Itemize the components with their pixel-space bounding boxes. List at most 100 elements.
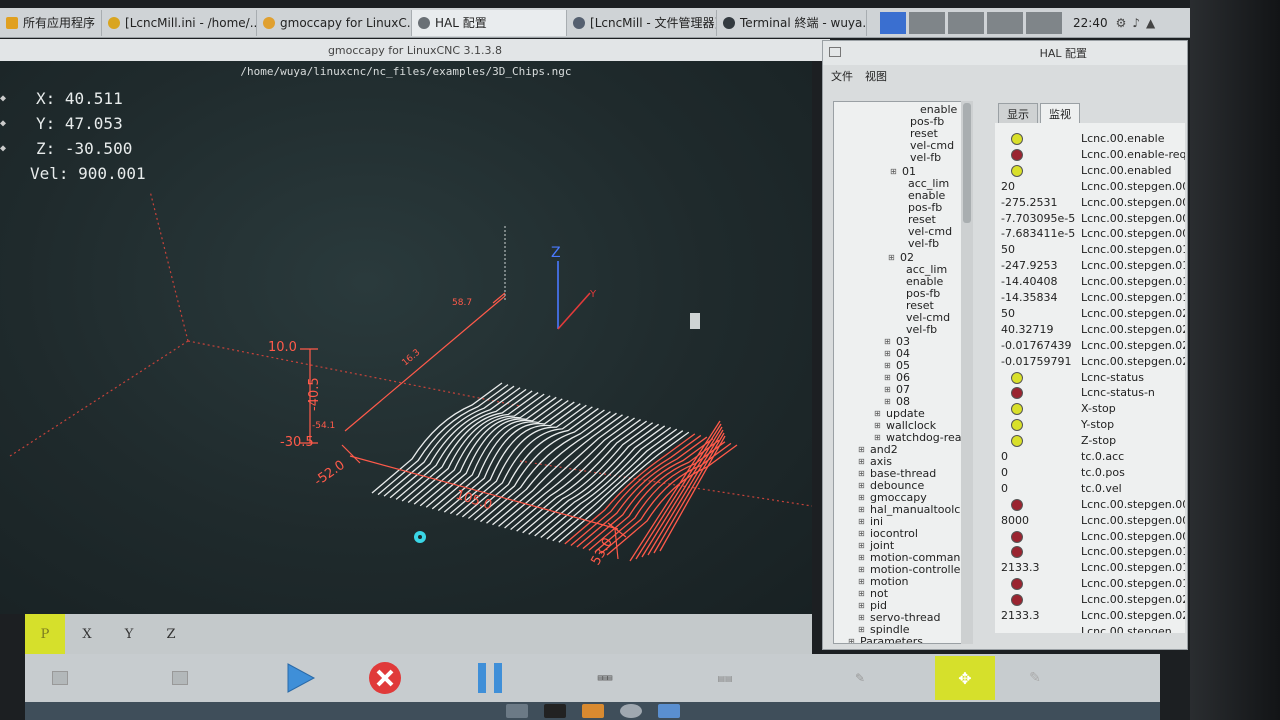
watch-value: -7.683411e-5 bbox=[1001, 227, 1076, 241]
toolpath-preview[interactable]: Z Y 10.0 -40.5 -30.5 -52.0 105.0 53.0 16… bbox=[0, 61, 812, 614]
taskbar-task[interactable]: Terminal 終端 - wuya... bbox=[717, 9, 868, 36]
file-path: /home/wuya/linuxcnc/nc_files/examples/3D… bbox=[240, 65, 572, 78]
screen: 所有应用程序 [LcncMill.ini - /home/... gmoccapy… bbox=[0, 0, 1280, 720]
expander-icon[interactable]: ⊞ bbox=[858, 480, 865, 492]
watch-value: 2133.3 bbox=[1001, 609, 1040, 622]
watch-value: -0.01759791 bbox=[1001, 354, 1072, 368]
watch-value: 0 bbox=[1001, 450, 1008, 463]
dock-app-icon[interactable] bbox=[505, 704, 528, 718]
workspace-4[interactable] bbox=[1026, 12, 1062, 34]
tree-node[interactable]: watchdog-read bbox=[886, 432, 969, 444]
watch-value: 8000 bbox=[1001, 513, 1029, 527]
dro-y-value: Y: 47.053 bbox=[36, 114, 123, 133]
reload-button[interactable] bbox=[95, 656, 265, 700]
expander-icon[interactable]: ⊞ bbox=[858, 576, 865, 588]
view-p-button[interactable]: P bbox=[25, 614, 65, 654]
watch-value: 50 bbox=[1001, 243, 1015, 257]
expander-icon[interactable]: ⊞ bbox=[858, 528, 865, 540]
expander-icon[interactable]: ⊞ bbox=[848, 636, 855, 643]
expander-icon[interactable]: ⊞ bbox=[874, 408, 881, 420]
expander-icon[interactable]: ⊞ bbox=[884, 336, 891, 348]
tree-node[interactable]: hal_manualtoolchan bbox=[870, 504, 970, 516]
origin-marker bbox=[414, 531, 426, 543]
watch-row: Lcnc.00.enable bbox=[995, 131, 1185, 147]
step-button[interactable]: ▤▤▤ bbox=[545, 656, 665, 700]
expander-icon[interactable]: ⊞ bbox=[890, 166, 897, 178]
dro-vel: Vel: 900.001 bbox=[0, 161, 146, 186]
files-icon[interactable] bbox=[657, 704, 680, 718]
start-menu[interactable]: 所有应用程序 bbox=[0, 9, 103, 36]
limit-line-left bbox=[9, 340, 189, 457]
watch-pin-name: Lcnc.00.stepgen.01 bbox=[1081, 561, 1185, 575]
expander-icon[interactable]: ⊞ bbox=[874, 420, 881, 432]
expander-icon[interactable]: ⊞ bbox=[858, 468, 865, 480]
extents bbox=[300, 292, 627, 560]
expander-icon[interactable]: ⊞ bbox=[858, 540, 865, 552]
settings-button[interactable]: ✎ bbox=[995, 656, 1075, 700]
expander-icon[interactable]: ⊞ bbox=[884, 372, 891, 384]
expander-icon[interactable]: ⊞ bbox=[884, 348, 891, 360]
stop-button[interactable] bbox=[335, 656, 435, 700]
expander-icon[interactable]: ⊞ bbox=[888, 252, 895, 264]
expander-icon[interactable]: ⊞ bbox=[858, 504, 865, 516]
watch-pin-name: Lcnc.00.stepgen.00 bbox=[1081, 529, 1185, 543]
taskbar-task[interactable]: [LcncMill.ini - /home/... bbox=[102, 9, 258, 36]
tree-scrollbar[interactable] bbox=[961, 101, 973, 644]
open-file-button[interactable] bbox=[25, 656, 95, 700]
expander-icon[interactable]: ⊞ bbox=[858, 492, 865, 504]
network-icon[interactable]: ⚙ bbox=[1116, 16, 1127, 30]
tree-node[interactable]: vel-fb bbox=[910, 152, 941, 164]
fullscreen-button[interactable]: ✥ bbox=[935, 656, 995, 700]
tray-app-icon[interactable] bbox=[880, 12, 906, 34]
watch-row: Lcnc.00.stepgen.00 bbox=[995, 497, 1185, 513]
edit-button[interactable]: ✎ bbox=[785, 656, 935, 700]
tab-watch[interactable]: 监视 bbox=[1040, 103, 1080, 124]
expander-icon[interactable]: ⊞ bbox=[858, 516, 865, 528]
expander-icon[interactable]: ⊞ bbox=[884, 360, 891, 372]
tree-node[interactable]: Parameters bbox=[860, 636, 923, 644]
expander-icon[interactable]: ⊞ bbox=[858, 588, 865, 600]
task-list: [LcncMill.ini - /home/... gmoccapy for Li… bbox=[102, 9, 868, 36]
menu-file[interactable]: 文件 bbox=[831, 68, 853, 84]
tree-node[interactable]: vel-fb bbox=[906, 324, 937, 336]
dro-overlay: ◆ X: 40.511 ◆ Y: 47.053 ◆ Z: -30.500 Vel: 9… bbox=[0, 86, 146, 186]
expander-icon[interactable]: ⊞ bbox=[884, 384, 891, 396]
tree-scroll-thumb[interactable] bbox=[963, 103, 971, 223]
archive-icon[interactable] bbox=[581, 704, 604, 718]
workspace-3[interactable] bbox=[987, 12, 1023, 34]
hal-tree[interactable]: enable pos-fb reset vel-cmd vel-fb 01 ⊞ acc_lim… bbox=[833, 101, 971, 644]
watch-value: 50 bbox=[1001, 306, 1015, 320]
taskbar-task[interactable]: gmoccapy for LinuxC... bbox=[257, 9, 413, 36]
run-button[interactable] bbox=[265, 656, 335, 700]
terminal-icon[interactable] bbox=[543, 704, 566, 718]
expander-icon[interactable]: ⊞ bbox=[858, 552, 865, 564]
hal-menubar: 文件 视图 bbox=[823, 65, 1187, 87]
browser-icon[interactable] bbox=[619, 704, 642, 718]
notification-icon[interactable]: ▲ bbox=[1146, 16, 1155, 30]
view-y-button[interactable]: Y bbox=[109, 614, 149, 654]
run-from-line-button[interactable]: ▤▤ bbox=[665, 656, 785, 700]
view-x-button[interactable]: X bbox=[67, 614, 107, 654]
taskbar-task[interactable]: HAL 配置 bbox=[412, 9, 568, 36]
task-app-icon bbox=[263, 16, 276, 29]
watch-row: 0 tc.0.acc bbox=[995, 449, 1185, 465]
taskbar-task[interactable]: [LcncMill - 文件管理器] bbox=[567, 9, 718, 36]
tree-node[interactable]: vel-fb bbox=[908, 238, 939, 250]
monitor-bezel bbox=[1190, 0, 1280, 720]
expander-icon[interactable]: ⊞ bbox=[858, 600, 865, 612]
workspace-2[interactable] bbox=[948, 12, 984, 34]
extent-y-line bbox=[344, 295, 506, 432]
expander-icon[interactable]: ⊞ bbox=[858, 564, 865, 576]
view-z-button[interactable]: Z bbox=[151, 614, 191, 654]
pause-button[interactable] bbox=[435, 656, 545, 700]
expander-icon[interactable]: ⊞ bbox=[858, 612, 865, 624]
toolpath-segment bbox=[431, 398, 563, 510]
watch-value: 0 bbox=[1001, 481, 1008, 495]
workspace-1[interactable] bbox=[909, 12, 945, 34]
menu-view[interactable]: 视图 bbox=[865, 68, 887, 84]
volume-icon[interactable]: ♪ bbox=[1132, 16, 1140, 30]
window-menu-icon[interactable] bbox=[829, 47, 841, 57]
tab-show[interactable]: 显示 bbox=[998, 103, 1038, 124]
expander-icon[interactable]: ⊞ bbox=[858, 444, 865, 456]
expander-icon[interactable]: ⊞ bbox=[858, 456, 865, 468]
